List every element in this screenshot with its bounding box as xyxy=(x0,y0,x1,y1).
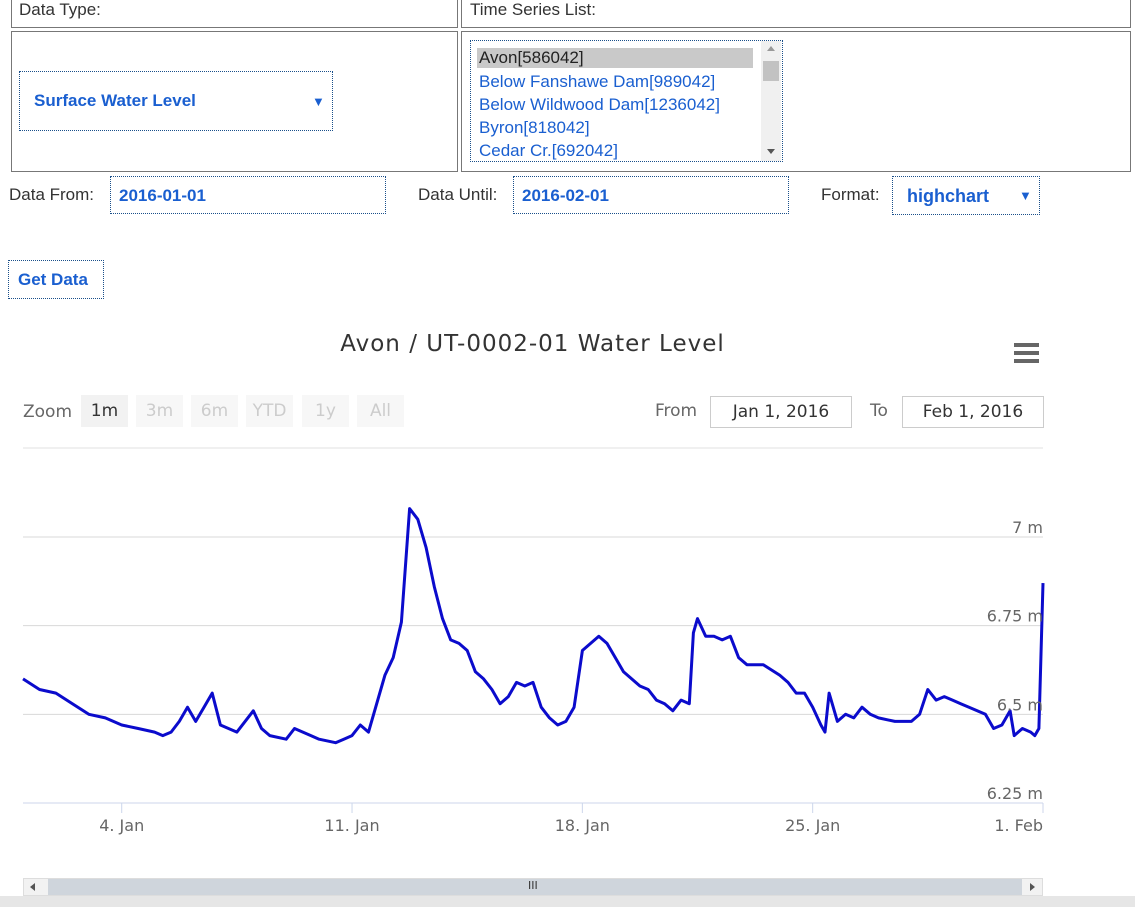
y-tick-label: 6.25 m xyxy=(987,784,1043,803)
series-list-label: Time Series List: xyxy=(470,0,596,19)
data-until-label: Data Until: xyxy=(418,185,498,204)
range-to-label: To xyxy=(870,401,888,421)
scroll-left-icon[interactable] xyxy=(30,883,35,891)
series-item-below-fanshawe[interactable]: Below Fanshawe Dam[989042] xyxy=(479,72,715,92)
series-line xyxy=(22,507,1045,745)
data-type-value: Surface Water Level xyxy=(34,91,196,110)
data-from-input[interactable]: 2016-01-01 xyxy=(110,176,386,214)
x-tick-label: 18. Jan xyxy=(555,816,610,835)
chevron-down-icon: ▼ xyxy=(312,94,325,109)
navigator-thumb[interactable]: III xyxy=(48,879,1022,895)
window-bottom-bar xyxy=(0,896,1135,907)
scroll-thumb[interactable] xyxy=(763,61,779,81)
zoom-all-button[interactable]: All xyxy=(357,395,404,427)
zoom-1m-button[interactable]: 1m xyxy=(81,395,128,427)
hamburger-menu-icon[interactable] xyxy=(1014,343,1040,363)
series-item-below-wildwood[interactable]: Below Wildwood Dam[1236042] xyxy=(479,95,720,115)
y-tick-label: 7 m xyxy=(1012,518,1043,537)
range-to-input[interactable]: Feb 1, 2016 xyxy=(902,396,1044,428)
x-tick-label: 11. Jan xyxy=(324,816,379,835)
format-value: highchart xyxy=(907,186,990,206)
x-tick-label: 1. Feb xyxy=(994,816,1043,835)
data-from-label: Data From: xyxy=(9,185,95,204)
listbox-scrollbar[interactable] xyxy=(761,41,781,161)
format-select[interactable]: highchart ▼ xyxy=(892,176,1040,215)
series-item-byron[interactable]: Byron[818042] xyxy=(479,118,590,138)
navigator-scrollbar[interactable]: III xyxy=(23,878,1043,896)
chevron-down-icon: ▼ xyxy=(1019,188,1032,203)
data-type-select[interactable]: Surface Water Level ▼ xyxy=(19,71,333,131)
zoom-label: Zoom xyxy=(23,402,73,422)
scroll-right-icon[interactable] xyxy=(1030,883,1035,891)
range-from-label: From xyxy=(655,401,698,421)
data-type-label: Data Type: xyxy=(19,0,101,19)
data-from-value: 2016-01-01 xyxy=(119,186,206,205)
zoom-3m-button[interactable]: 3m xyxy=(136,395,183,427)
navigator-grip-icon: III xyxy=(528,879,538,892)
data-until-input[interactable]: 2016-02-01 xyxy=(513,176,789,214)
series-item-cedar-cr[interactable]: Cedar Cr.[692042] xyxy=(479,141,618,161)
zoom-1y-button[interactable]: 1y xyxy=(302,395,349,427)
scroll-up-icon[interactable] xyxy=(767,46,775,51)
x-tick-label: 4. Jan xyxy=(99,816,144,835)
series-item-avon[interactable]: Avon[586042] xyxy=(477,48,753,68)
x-tick-label: 25. Jan xyxy=(785,816,840,835)
get-data-button[interactable]: Get Data xyxy=(8,260,104,299)
range-from-input[interactable]: Jan 1, 2016 xyxy=(710,396,852,428)
scroll-down-icon[interactable] xyxy=(767,149,775,154)
format-label: Format: xyxy=(821,185,880,204)
series-listbox[interactable]: Avon[586042] Below Fanshawe Dam[989042] … xyxy=(470,40,783,162)
chart-title: Avon / UT-0002-01 Water Level xyxy=(340,331,725,357)
get-data-label: Get Data xyxy=(18,270,88,289)
data-until-value: 2016-02-01 xyxy=(522,186,609,205)
zoom-6m-button[interactable]: 6m xyxy=(191,395,238,427)
y-tick-label: 6.5 m xyxy=(997,695,1043,714)
zoom-ytd-button[interactable]: YTD xyxy=(246,395,293,427)
y-tick-label: 6.75 m xyxy=(987,607,1043,626)
